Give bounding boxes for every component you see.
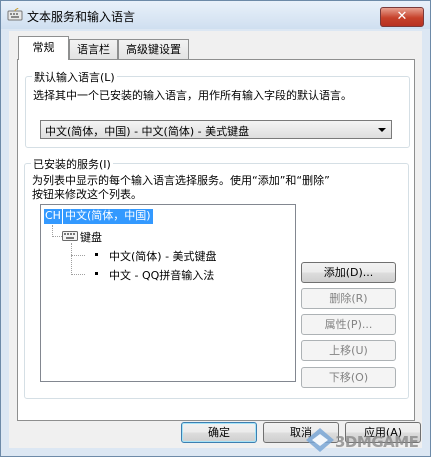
tree-connector <box>52 236 62 237</box>
dialog-client: 常规 语言栏 高级键设置 默认输入语言(L) 选择其中一个已安装的输入语言，用作… <box>9 31 422 448</box>
move-down-button[interactable]: 下移(O) <box>301 367 396 388</box>
tree-connector <box>71 274 85 275</box>
tab-language-bar[interactable]: 语言栏 <box>69 39 118 59</box>
watermark-text: 3DMGAME <box>335 433 419 451</box>
language-badge: CH <box>44 209 62 224</box>
default-language-description: 选择其中一个已安装的输入语言，用作所有输入字段的默认语言。 <box>33 89 352 102</box>
tree-connector <box>71 255 85 256</box>
close-button[interactable]: ✕ <box>380 7 424 27</box>
dialog-window: 文本服务和输入语言 ✕ 常规 语言栏 高级键设置 默认输入语言(L) 选择其中一… <box>0 0 431 457</box>
bullet-icon <box>95 272 98 275</box>
tab-label: 高级键设置 <box>126 43 181 56</box>
ok-button[interactable]: 确定 <box>181 422 257 443</box>
tab-general[interactable]: 常规 <box>18 36 69 60</box>
close-icon: ✕ <box>396 9 408 24</box>
installed-services-tree[interactable]: CH 中文(简体，中国) 键盘 中文(简体) - 美式键盘 中文 - QQ拼音输… <box>40 204 296 382</box>
tree-item-language[interactable]: 中文(简体，中国) <box>63 209 153 224</box>
tab-advanced-key-settings[interactable]: 高级键设置 <box>118 39 189 59</box>
installed-services-description-line2: 按钮来修改这个列表。 <box>32 188 142 201</box>
installed-services-group-label: 已安装的服务(I) <box>31 156 113 172</box>
keyboard-icon <box>7 7 23 22</box>
default-language-group-label: 默认输入语言(L) <box>32 69 117 85</box>
tab-label: 常规 <box>32 41 55 54</box>
properties-button[interactable]: 属性(P)... <box>301 314 396 335</box>
tree-connector <box>71 243 72 275</box>
tab-label: 语言栏 <box>77 43 110 56</box>
chevron-down-icon <box>378 128 386 132</box>
watermark <box>305 427 335 456</box>
window-title: 文本服务和输入语言 <box>27 10 136 24</box>
default-language-select[interactable]: 中文(简体，中国) - 中文(简体) - 美式键盘 <box>40 120 392 139</box>
tree-item-category[interactable]: 键盘 <box>80 229 102 245</box>
keyboard-icon <box>62 230 78 245</box>
bullet-icon <box>95 253 98 256</box>
title-bar[interactable]: 文本服务和输入语言 ✕ <box>1 1 430 29</box>
tree-item-service[interactable]: 中文 - QQ拼音输入法 <box>109 267 214 283</box>
default-language-selected: 中文(简体，中国) - 中文(简体) - 美式键盘 <box>45 125 250 138</box>
watermark-logo-icon <box>306 428 334 452</box>
tree-item-service[interactable]: 中文(简体) - 美式键盘 <box>109 248 217 264</box>
move-up-button[interactable]: 上移(U) <box>301 340 396 361</box>
remove-button[interactable]: 删除(R) <box>301 288 396 309</box>
add-button[interactable]: 添加(D)... <box>301 262 396 283</box>
